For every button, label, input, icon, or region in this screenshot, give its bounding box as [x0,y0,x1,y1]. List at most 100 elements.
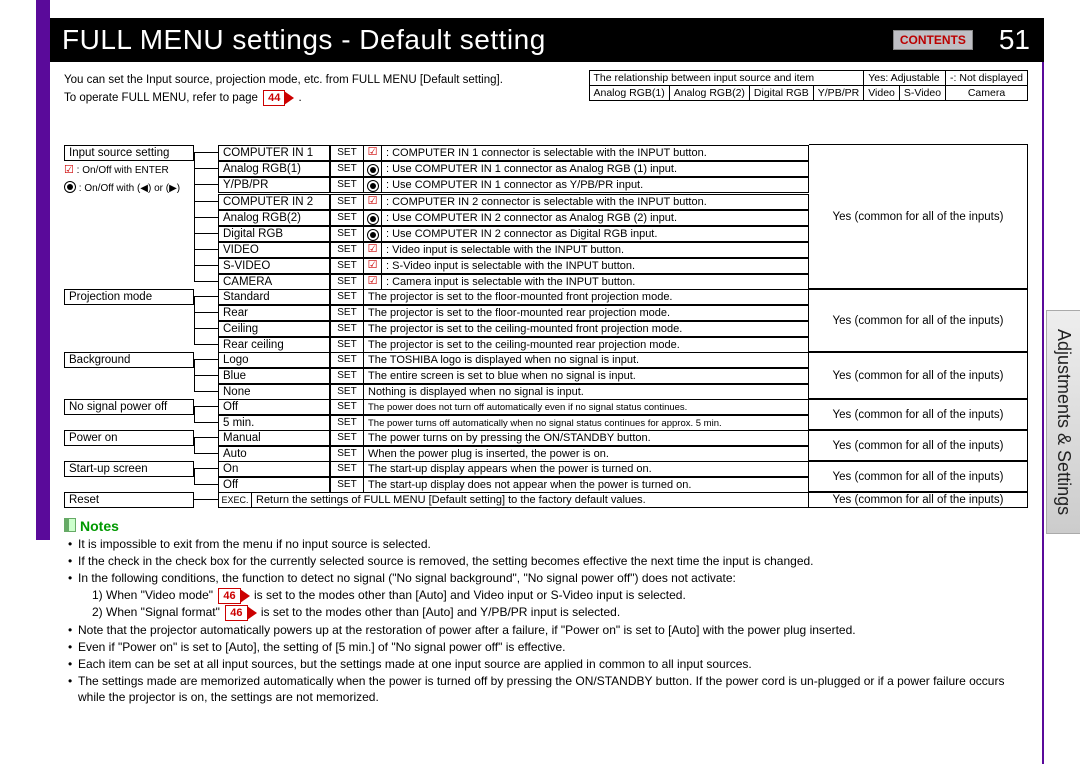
note: The settings made are memorized automati… [68,673,1028,705]
item-name: None [218,384,330,400]
item-desc: : COMPUTER IN 1 connector is selectable … [382,145,809,161]
item-name: S-VIDEO [218,258,330,274]
group-label: Start-up screen [64,461,194,477]
rel-col: Video [864,86,900,101]
item-desc: : Use COMPUTER IN 1 connector as Y/PB/PR… [382,177,809,193]
page-ref-46[interactable]: 46 [225,605,247,621]
item-desc: : S-Video input is selectable with the I… [382,258,809,274]
tree-row: RearSETThe projector is set to the floor… [64,305,809,321]
notes-list: It is impossible to exit from the menu i… [68,536,1028,706]
exec-label: EXEC. [218,492,252,508]
notes-header: Notes [64,518,1028,534]
tree-connector [194,145,218,161]
tree-row: : On/Off with (◀) or (▶)Y/PB/PRSET: Use … [64,177,809,194]
item-desc: : Use COMPUTER IN 2 connector as Analog … [382,210,809,226]
tree-row: BackgroundLogoSETThe TOSHIBA logo is dis… [64,352,809,368]
group-label: Projection mode [64,289,194,305]
tree-connector [194,337,218,353]
tree-row: Start-up screenOnSETThe start-up display… [64,461,809,477]
tree-row: Rear ceilingSETThe projector is set to t… [64,337,809,353]
tree-connector [194,384,218,400]
tree-connector [194,305,218,321]
t: 1) When "Video mode" [92,588,216,602]
radio-icon [364,177,382,193]
t: is set to the modes other than [Auto] an… [254,588,686,602]
tree-row: CAMERASET☑: Camera input is selectable w… [64,274,809,290]
page-ref-46[interactable]: 46 [218,588,240,604]
item-desc: The projector is set to the floor-mounte… [364,305,809,321]
note: Even if "Power on" is set to [Auto], the… [68,639,1028,655]
note: Each item can be set at all input source… [68,656,1028,672]
tree-row: Digital RGBSET: Use COMPUTER IN 2 connec… [64,226,809,242]
page-ref-44[interactable]: 44 [263,90,285,106]
item-desc: Return the settings of FULL MENU [Defaul… [252,492,809,508]
set-label: SET [330,399,364,415]
rel-yes: Yes: Adjustable [864,71,946,86]
item-name: Auto [218,446,330,462]
t: is set to the modes other than [Auto] an… [261,605,620,619]
group-label: Background [64,352,194,368]
group-label: Reset [64,492,194,508]
intro-line2-pre: To operate FULL MENU, refer to page [64,92,261,104]
set-label: SET [330,446,364,462]
group-label: Input source setting [64,145,194,161]
radio-icon [364,226,382,242]
set-label: SET [330,274,364,290]
tree-row: CeilingSETThe projector is set to the ce… [64,321,809,337]
tree-connector [194,399,218,415]
item-name: Digital RGB [218,226,330,242]
tree-connector [194,352,218,368]
note-sub: 2) When "Signal format" 46 is set to the… [78,604,1028,621]
group-label: No signal power off [64,399,194,415]
item-name: COMPUTER IN 1 [218,145,330,161]
tree-connector [194,242,218,258]
note-text: In the following conditions, the functio… [78,571,736,585]
tree-connector [194,368,218,384]
yes-common: Yes (common for all of the inputs) [809,351,1028,400]
set-label: SET [330,430,364,446]
tree-row: BlueSETThe entire screen is set to blue … [64,368,809,384]
tree-connector [194,177,218,194]
item-name: Rear [218,305,330,321]
set-label: SET [330,161,364,177]
tree-row: No signal power offOffSETThe power does … [64,399,809,415]
tree-connector [194,430,218,446]
item-desc: The projector is set to the floor-mounte… [364,289,809,305]
side-tab[interactable]: Adjustments & Settings [1046,310,1080,534]
set-label: SET [330,321,364,337]
group-label: Power on [64,430,194,446]
item-desc: The start-up display does not appear whe… [364,477,809,493]
checkbox-icon: ☑ [364,194,382,210]
note: Note that the projector automatically po… [68,622,1028,638]
contents-button[interactable]: CONTENTS [893,30,973,50]
t: 2) When "Signal format" [92,605,223,619]
item-name: COMPUTER IN 2 [218,194,330,210]
tree-connector [194,289,218,305]
tree-connector [194,446,218,462]
item-name: Manual [218,430,330,446]
legend: ☑ : On/Off with ENTER [64,163,194,177]
set-label: SET [330,226,364,242]
item-name: On [218,461,330,477]
rel-title: The relationship between input source an… [589,71,864,86]
tree-connector [194,274,218,290]
item-desc: : Use COMPUTER IN 1 connector as Analog … [382,161,809,177]
item-desc: : Camera input is selectable with the IN… [382,274,809,290]
rel-col: Analog RGB(2) [669,86,749,101]
set-label: SET [330,242,364,258]
yes-common: Yes (common for all of the inputs) [809,429,1028,462]
set-label: SET [330,289,364,305]
tree-connector [194,461,218,477]
rel-col: Analog RGB(1) [589,86,669,101]
item-name: Off [218,477,330,493]
set-label: SET [330,194,364,210]
item-name: Rear ceiling [218,337,330,353]
tree-row: VIDEOSET☑: Video input is selectable wit… [64,242,809,258]
item-name: 5 min. [218,415,330,431]
set-label: SET [330,384,364,400]
set-label: SET [330,337,364,353]
tree-row: OffSETThe start-up display does not appe… [64,477,809,493]
item-desc: The power does not turn off automaticall… [364,399,809,415]
yes-common: Yes (common for all of the inputs) [809,491,1028,508]
tree-row: Projection modeStandardSETThe projector … [64,289,809,305]
